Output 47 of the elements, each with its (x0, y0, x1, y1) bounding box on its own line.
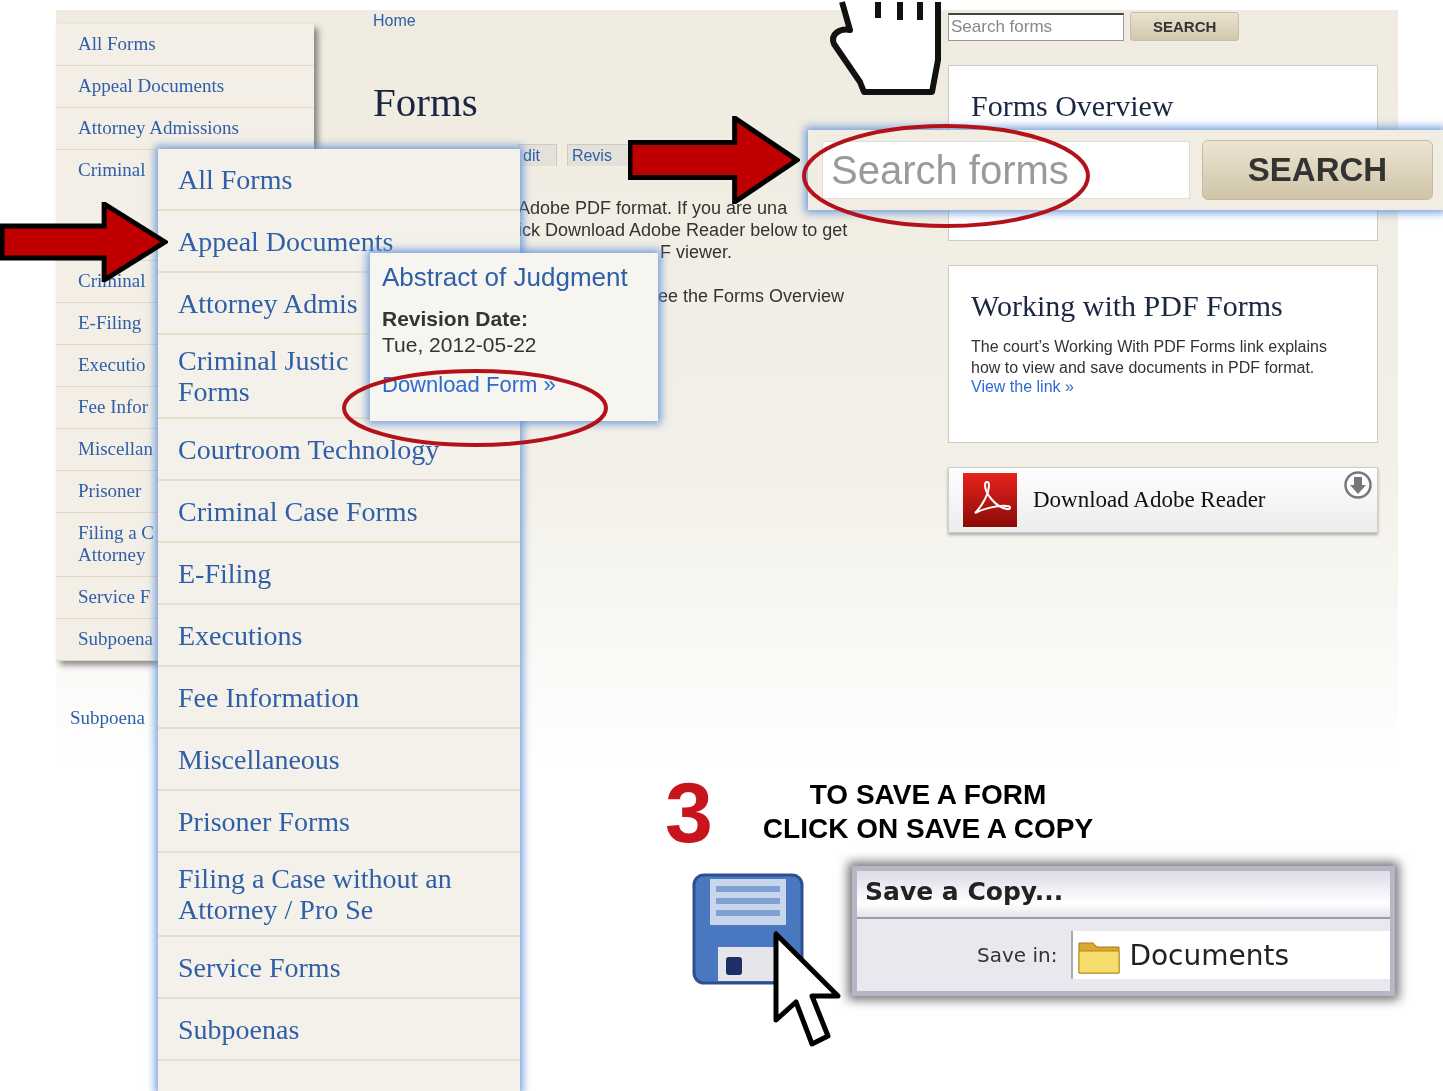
menu-item[interactable]: All Forms (158, 149, 520, 211)
intro-text: Adobe PDF format. If you are una (518, 197, 788, 219)
step-number: 3 (665, 772, 713, 852)
search-button[interactable]: SEARCH (1202, 140, 1433, 200)
sidebar-link[interactable]: Executio (78, 354, 146, 376)
sidebar-link[interactable]: Criminal (78, 159, 146, 181)
menu-item[interactable]: Prisoner Forms (158, 791, 520, 853)
menu-item[interactable]: Subpoenas (158, 999, 520, 1061)
instruction-text: TO SAVE A FORM (809, 778, 1047, 812)
sidebar-link[interactable]: E-Filing (78, 312, 142, 334)
menu-item[interactable]: Executions (158, 605, 520, 667)
sidebar-link[interactable]: Service F (78, 586, 151, 608)
menu-item[interactable]: Filing a Case without an Attorney / Pro Se (158, 853, 520, 937)
tab[interactable]: Revis (566, 144, 629, 166)
intro-text: ee the Forms Overview (658, 285, 845, 307)
download-icon (1344, 471, 1372, 499)
intro-text: F viewer. (660, 241, 733, 263)
card-title: Forms Overview (971, 88, 1175, 124)
arrow-cursor-icon (772, 930, 842, 1050)
sidebar-link[interactable]: Filing a C Attorney (78, 522, 160, 566)
sidebar-link[interactable]: Prisoner (78, 480, 142, 502)
view-link[interactable]: View the link » (971, 378, 1074, 396)
menu-item[interactable]: Fee Information (158, 667, 520, 729)
menu-item[interactable]: Criminal Case Forms (158, 481, 520, 543)
sidebar-link[interactable]: All Forms (78, 33, 156, 55)
dialog-title: Save a Copy... (857, 871, 1390, 919)
sidebar-link[interactable]: Fee Infor (78, 396, 149, 418)
sidebar-link[interactable]: Appeal Documents (78, 75, 225, 97)
menu-item[interactable]: Service Forms (158, 937, 520, 999)
page-title: Forms (373, 78, 479, 126)
search-field[interactable]: Search forms (948, 12, 1124, 41)
card-text: The court’s Working With PDF Forms link explains how to view and save documents in PDF format. (971, 337, 1328, 378)
sidebar-link[interactable]: Miscellan (78, 438, 153, 460)
pdf-icon (963, 473, 1017, 527)
tab[interactable]: dit (518, 144, 557, 166)
download-reader-button[interactable]: Download Adobe Reader (948, 467, 1378, 533)
breadcrumb-link[interactable]: Home (373, 12, 416, 30)
search-button[interactable]: SEARCH (1130, 12, 1240, 41)
folder-field[interactable]: Documents (1071, 931, 1390, 979)
field-label: Save in: (977, 943, 1058, 967)
menu-item[interactable]: E-Filing (158, 543, 520, 605)
sidebar-link[interactable]: Attorney Admissions (78, 117, 239, 139)
card-title: Working with PDF Forms (971, 288, 1284, 324)
sidebar-link[interactable]: Subpoena (70, 707, 145, 729)
sidebar-link[interactable]: Subpoena (78, 628, 153, 650)
menu-item[interactable]: Miscellaneous (158, 729, 520, 791)
instruction-text: CLICK ON SAVE A COPY (762, 812, 1094, 846)
